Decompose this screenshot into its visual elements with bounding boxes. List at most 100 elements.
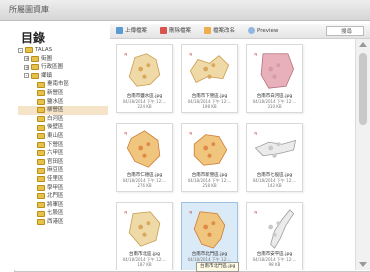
tree-item[interactable]: + 行政區圖 (18, 63, 108, 72)
folder-icon (37, 133, 45, 140)
folder-icon (37, 107, 45, 114)
tree-item[interactable]: 下營區 (18, 141, 108, 150)
file-size: 198 KB (202, 104, 217, 109)
tree-item-label: 將軍區 (47, 201, 64, 208)
tree-item[interactable]: - TALAS (18, 46, 108, 55)
file-thumbnail-card[interactable]: N 台南市七股區.jpg 04/18/2014 下午 12:... 142 KB (246, 123, 303, 192)
file-size: 258 KB (202, 183, 217, 188)
tree-item[interactable]: 官田區 (18, 158, 108, 167)
expand-icon[interactable]: + (24, 56, 29, 62)
file-thumbnail-card[interactable]: N 台南市北區.jpg 04/18/2014 下午 12:... 187 KB (116, 202, 173, 270)
tree-item[interactable]: 後壁區 (18, 123, 108, 132)
collapse-icon[interactable]: - (18, 47, 23, 53)
tree-item[interactable]: 柳營區 (18, 106, 108, 115)
scroll-up-icon[interactable] (359, 42, 367, 47)
tree-item[interactable]: 學甲區 (18, 184, 108, 193)
folder-icon (31, 73, 39, 80)
tree-item[interactable]: 新營區 (18, 89, 108, 98)
tree-item-label: 臺南市區 (47, 81, 70, 88)
tree-item[interactable]: 白河區 (18, 115, 108, 124)
map-thumbnail-image: N (189, 131, 228, 166)
tree-item[interactable]: 麻豆區 (18, 166, 108, 175)
folder-icon (37, 141, 45, 148)
folder-tree: - TALAS + 街圖 + 行政區圖 - 鄉鎮臺南市區 新營區 鹽水區 柳營區 白河區後壁區 東山區下… (18, 46, 108, 226)
file-thumbnail-card[interactable]: N 台南市新營區.jpg 04/18/2014 下午 12:... 258 KB (181, 123, 238, 192)
svg-text:N: N (254, 210, 257, 215)
folder-icon (25, 47, 33, 54)
file-thumbnail-card[interactable]: N 台南市鹽水區.jpg 04/18/2014 下午 12:... 224 KB (116, 44, 173, 113)
rename-button[interactable]: 檔案改名 (204, 26, 235, 36)
folder-icon (31, 55, 39, 62)
tree-item[interactable]: 將軍區 (18, 201, 108, 210)
file-thumbnail-card[interactable]: N 台南市下營區.jpg 04/18/2014 下午 12:... 198 KB (181, 44, 238, 113)
tree-item[interactable]: + 街圖 (18, 55, 108, 64)
svg-text:N: N (254, 52, 257, 57)
tree-item[interactable]: 六甲區 (18, 149, 108, 158)
preview-label: Preview (257, 28, 279, 34)
file-size: 224 KB (137, 104, 152, 109)
tree-item[interactable]: 佳里區 (18, 175, 108, 184)
upload-icon (116, 27, 123, 34)
upload-button[interactable]: 上傳檔案 (116, 26, 147, 36)
tree-item-label: 柳營區 (47, 107, 64, 114)
delete-label: 刪除檔案 (169, 28, 192, 34)
toolbar: 上傳檔案 刪除檔案 檔案改名 Preview 搜尋 (110, 24, 370, 39)
rename-icon (204, 27, 211, 34)
preview-button[interactable]: Preview (248, 26, 278, 36)
file-size: 310 KB (267, 104, 282, 109)
svg-text:N: N (124, 210, 127, 215)
folder-icon (37, 116, 45, 123)
tree-item-label: 學甲區 (47, 184, 64, 191)
tree-item-label: 後壁區 (47, 124, 64, 131)
tree-item-label: 七股區 (47, 210, 64, 217)
map-thumbnail-image: N (189, 52, 230, 83)
tree-item[interactable]: - 鄉鎮 (18, 72, 108, 81)
tree-item[interactable]: 東山區 (18, 132, 108, 141)
tree-item-label: 行政區圖 (41, 64, 64, 71)
folder-icon (37, 81, 45, 88)
tree-item[interactable]: 七股區 (18, 209, 108, 218)
delete-icon (160, 27, 167, 34)
scrollbar-thumb[interactable] (359, 53, 367, 125)
folder-icon (37, 184, 45, 191)
folder-icon (37, 124, 45, 131)
map-thumbnail-image: N (124, 210, 161, 247)
folder-icon (37, 201, 45, 208)
tree-item[interactable]: 北門區 (18, 192, 108, 201)
rename-label: 檔案改名 (213, 28, 236, 34)
filename-tooltip: 台南市北門區.jpg (196, 262, 240, 272)
svg-text:N: N (189, 131, 192, 136)
folder-icon (37, 210, 45, 217)
file-size: 142 KB (267, 183, 282, 188)
tree-item-label: 麻豆區 (47, 167, 64, 174)
sidebar: 目錄 - TALAS + 街圖 + 行政區圖 - 鄉鎮臺南市區 新營區 鹽水區 柳營區 白河區後壁區東… (14, 24, 111, 270)
tree-item-label: 鄉鎮 (41, 72, 53, 79)
file-thumbnail-card[interactable]: N 台南市安平區.jpg 04/18/2014 下午 12:... 98 KB (246, 202, 303, 270)
window-title: 所屬圖資庫 (9, 5, 49, 14)
svg-text:N: N (124, 52, 127, 57)
expand-icon[interactable]: + (24, 64, 29, 70)
tree-item[interactable]: 臺南市區 (18, 80, 108, 89)
tree-item[interactable]: 鹽水區 (18, 98, 108, 107)
folder-icon (37, 98, 45, 105)
folder-icon (31, 64, 39, 71)
tree-item-label: 佳里區 (47, 175, 64, 182)
tree-item-label: 北門區 (47, 193, 64, 200)
vertical-scrollbar[interactable] (355, 39, 370, 270)
map-thumbnail-image: N (254, 209, 295, 249)
tree-item[interactable]: 西港區 (18, 218, 108, 227)
folder-icon (37, 90, 45, 97)
delete-button[interactable]: 刪除檔案 (160, 26, 191, 36)
search-button[interactable]: 搜尋 (326, 26, 364, 36)
sidebar-heading: 目錄 (21, 31, 46, 45)
map-thumbnail-image: N (124, 130, 161, 168)
file-thumbnail-card[interactable]: N 台南市仁德區.jpg 04/18/2014 下午 12:... 276 KB (116, 123, 173, 192)
folder-icon (37, 219, 45, 226)
folder-icon (37, 167, 45, 174)
scroll-down-icon[interactable] (359, 262, 367, 267)
file-thumbnail-card[interactable]: N 台南市白河區.jpg 04/18/2014 下午 12:... 310 KB (246, 44, 303, 113)
file-thumbnail-card[interactable]: N台南市北門區.jpg04/18/2014 下午 12:...236 KB (181, 202, 238, 270)
tree-item-label: 白河區 (47, 115, 64, 122)
file-size: 187 KB (137, 262, 152, 267)
collapse-icon[interactable]: - (24, 73, 29, 79)
